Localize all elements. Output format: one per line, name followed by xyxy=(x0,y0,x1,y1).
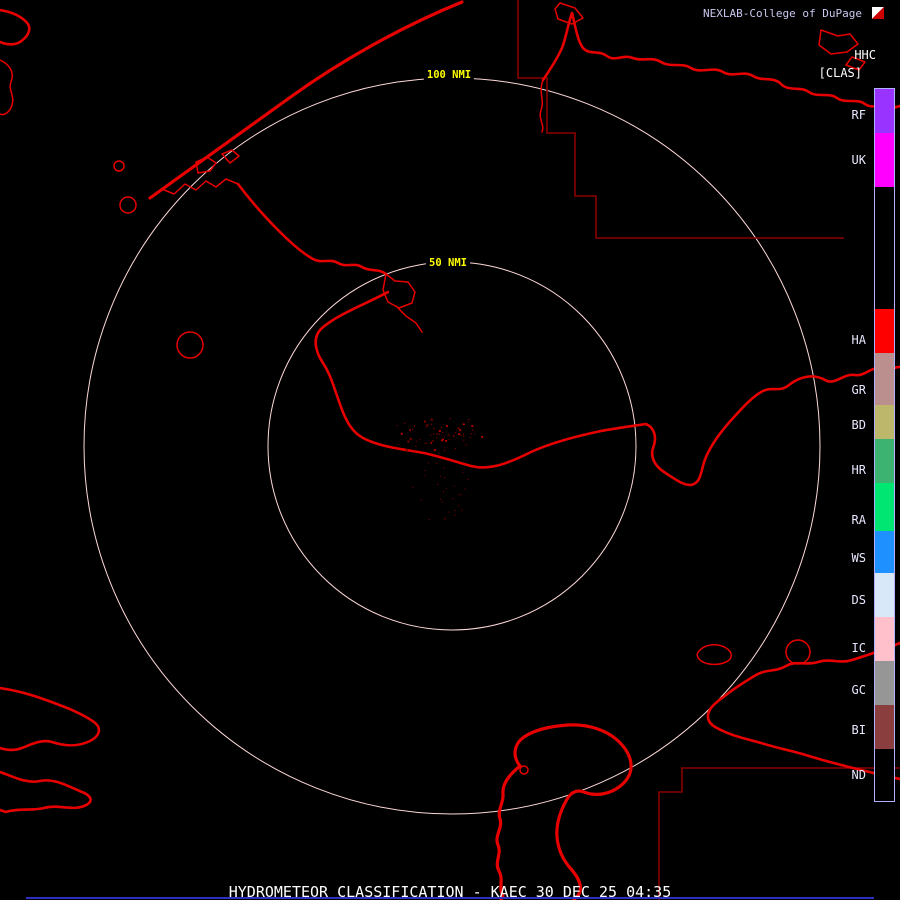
ring-label-100nmi: 100 NMI xyxy=(423,68,475,82)
coastline-topright-hook xyxy=(539,79,544,133)
legend-seg-BI xyxy=(875,705,894,749)
legend-label-HR: HR xyxy=(851,463,866,477)
coastline-left-lower-2 xyxy=(0,770,92,814)
legend-label-HA: HA xyxy=(851,333,866,347)
lake-left-large xyxy=(176,331,204,359)
legend-seg-UK xyxy=(875,133,894,187)
legend-seg-HR xyxy=(875,439,894,483)
legend-seg-ND xyxy=(875,749,894,801)
coastline-upper-mid xyxy=(236,182,388,276)
legend-label-RA: RA xyxy=(851,513,866,527)
legend-label-BD: BD xyxy=(851,418,866,432)
legend-seg-DS xyxy=(875,573,894,617)
lake-left-small xyxy=(113,160,125,172)
site-title: NEXLAB-College of DuPage xyxy=(703,7,862,20)
echo-speckles xyxy=(396,418,484,521)
legend-label-DS: DS xyxy=(851,593,866,607)
legend-bar xyxy=(874,88,895,802)
legend-label-UK: UK xyxy=(851,153,866,167)
ring-label-50nmi: 50 NMI xyxy=(426,256,470,270)
range-ring-50nmi xyxy=(267,261,637,631)
coastline-main xyxy=(314,290,900,487)
legend-seg-RA xyxy=(875,483,894,531)
legend-seg-GR xyxy=(875,353,894,405)
legend-seg-BD xyxy=(875,405,894,439)
legend-label-GC: GC xyxy=(851,683,866,697)
legend-seg-RF xyxy=(875,89,894,133)
map-svg xyxy=(0,0,900,900)
legend-label-RF: RF xyxy=(851,108,866,122)
legend-label-IC: IC xyxy=(851,641,866,655)
legend-label-GR: GR xyxy=(851,383,866,397)
island-bottomright xyxy=(696,644,732,666)
legend-label-ND: ND xyxy=(851,768,866,782)
coastline-left-edge xyxy=(0,59,14,116)
legend-seg-GC xyxy=(875,661,894,705)
legend-seg-gap xyxy=(875,187,894,309)
legend-label-WS: WS xyxy=(851,551,866,565)
class-tag: [CLAS] xyxy=(818,66,862,80)
bottom-border-line xyxy=(26,897,874,899)
island-topright-1 xyxy=(818,29,859,55)
cod-logo-icon xyxy=(872,7,884,19)
product-code: HHC xyxy=(854,48,876,62)
legend-label-BI: BI xyxy=(851,723,866,737)
legend-seg-HA xyxy=(875,309,894,353)
coastline-bottomright xyxy=(706,641,900,781)
radar-display: 100 NMI 50 NMI NEXLAB-College of DuPage … xyxy=(0,0,900,900)
lake-bottomright xyxy=(785,639,811,665)
coastline-topright xyxy=(541,11,900,110)
coastline-topleft-corner xyxy=(0,8,31,46)
lake-left-medium xyxy=(119,196,137,214)
island-estuary xyxy=(519,765,529,775)
coastline-estuary-tail xyxy=(495,764,522,900)
coastline-left-lower-1 xyxy=(0,686,101,752)
coastline-spur xyxy=(395,305,423,333)
legend-seg-WS xyxy=(875,531,894,573)
coastline-estuary-body xyxy=(513,723,633,900)
state-boundary-southeast xyxy=(658,767,900,900)
legend-seg-IC xyxy=(875,617,894,661)
